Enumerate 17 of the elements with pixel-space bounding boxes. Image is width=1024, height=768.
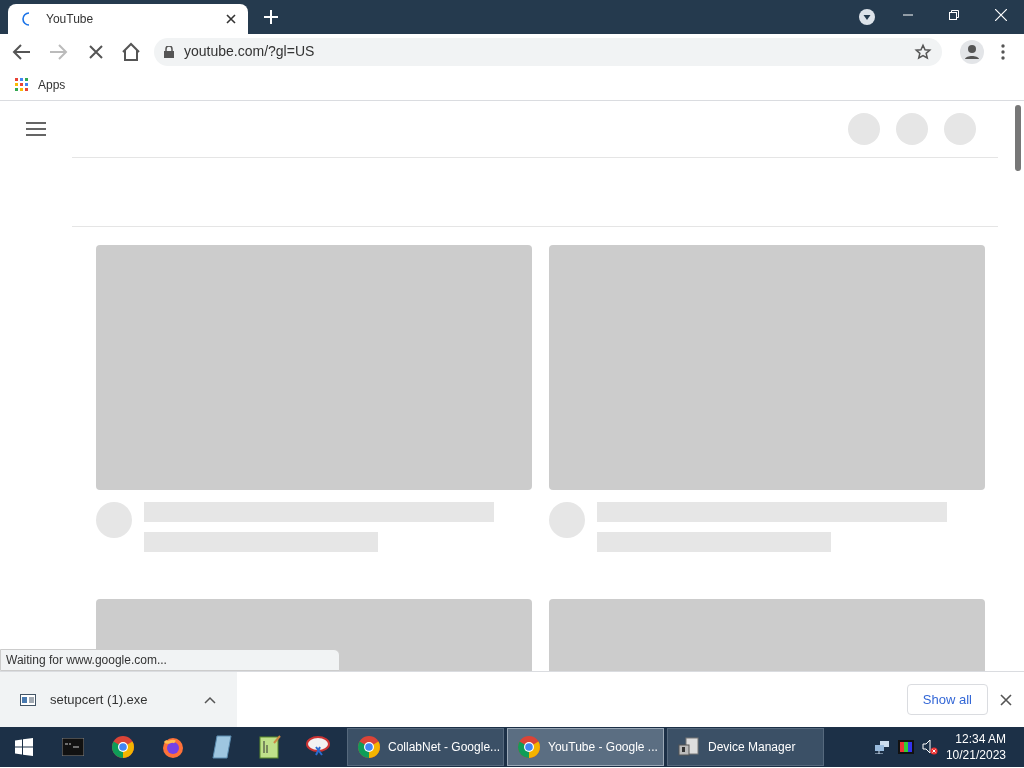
url-text: youtube.com/?gl=US xyxy=(184,42,315,61)
taskbar-window-button[interactable]: Device Manager xyxy=(667,728,824,766)
taskbar-window-button[interactable]: YouTube - Google ... xyxy=(507,728,664,766)
taskbar-window-button[interactable]: CollabNet - Google... xyxy=(347,728,504,766)
window-title: CollabNet - Google... xyxy=(388,739,501,756)
show-all-button[interactable]: Show all xyxy=(906,684,988,715)
tab-title: YouTube xyxy=(46,11,95,28)
download-item[interactable]: setupcert (1).exe xyxy=(0,671,237,728)
bookmark-link[interactable]: Apps xyxy=(38,75,66,94)
address-bar[interactable]: youtube.com/?gl=US xyxy=(154,37,942,66)
download-filename: setupcert (1).exe xyxy=(50,690,149,709)
clock-time[interactable]: 12:34 AM xyxy=(955,731,1006,747)
clock-date[interactable]: 10/21/2023 xyxy=(945,747,1006,763)
window-title: YouTube - Google ... xyxy=(548,739,658,756)
status-bubble: Waiting for www.google.com... xyxy=(0,649,340,671)
browser-tab[interactable]: YouTube xyxy=(8,4,248,34)
window-title: Device Manager xyxy=(708,739,796,756)
